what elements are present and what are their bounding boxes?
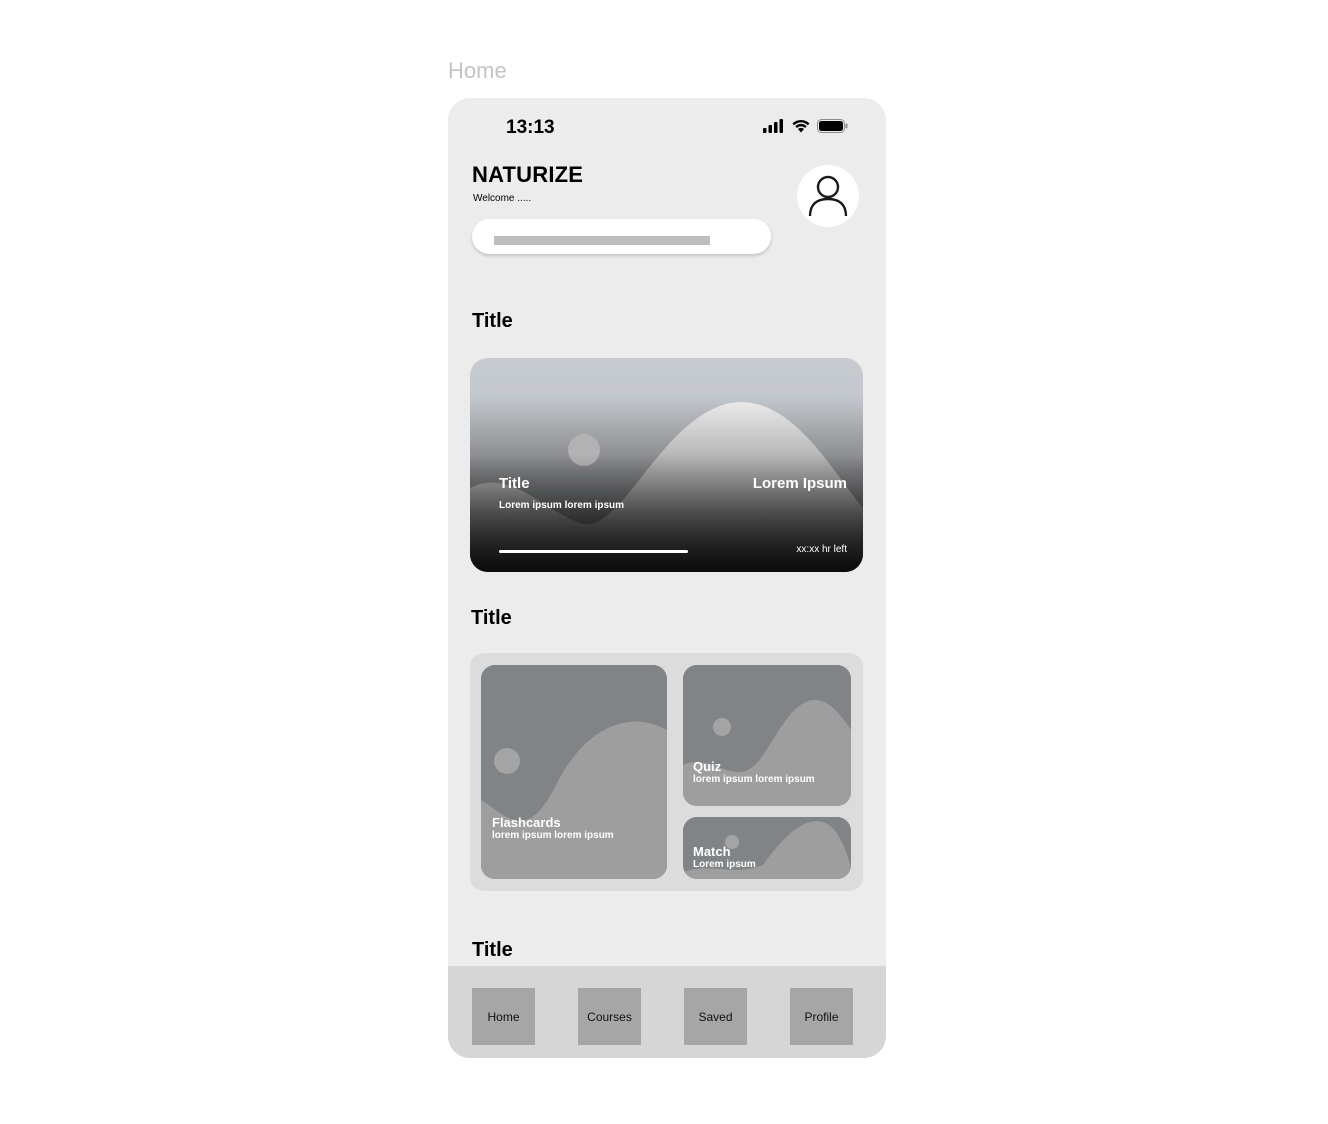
continue-course-card[interactable]: Title Lorem ipsum lorem ipsum Lorem Ipsu… bbox=[470, 358, 863, 572]
tile-match[interactable]: Match Lorem ipsum bbox=[683, 817, 851, 879]
nav-saved[interactable]: Saved bbox=[684, 988, 747, 1045]
status-icons bbox=[763, 118, 848, 133]
app-brand: NATURIZE bbox=[472, 162, 584, 187]
section-title-1: Title bbox=[472, 310, 513, 332]
activities-grid: Flashcards lorem ipsum lorem ipsum Quiz … bbox=[470, 653, 863, 891]
profile-avatar[interactable] bbox=[797, 165, 859, 227]
nav-courses[interactable]: Courses bbox=[578, 988, 641, 1045]
tile-quiz[interactable]: Quiz lorem ipsum lorem ipsum bbox=[683, 665, 851, 806]
tile-subtitle: Lorem ipsum bbox=[693, 859, 756, 870]
tile-title: Quiz bbox=[693, 759, 722, 774]
frame-label: Home bbox=[448, 58, 507, 83]
search-input[interactable] bbox=[472, 219, 771, 254]
course-progress-fill bbox=[499, 550, 688, 553]
bottom-nav: Home Courses Saved Profile bbox=[448, 966, 886, 1058]
tile-subtitle: lorem ipsum lorem ipsum bbox=[693, 774, 815, 785]
battery-icon bbox=[817, 118, 848, 133]
section-title-2: Title bbox=[471, 607, 512, 629]
section-title-3: Title bbox=[472, 939, 513, 961]
user-icon bbox=[808, 175, 848, 217]
tile-title: Flashcards bbox=[492, 815, 561, 830]
wifi-icon bbox=[792, 119, 810, 133]
time-left: xx:xx hr left bbox=[796, 544, 847, 555]
phone-screen: 13:13 NATURIZE Welcome ..... Title Title… bbox=[448, 98, 886, 1058]
nav-profile[interactable]: Profile bbox=[790, 988, 853, 1045]
status-time: 13:13 bbox=[506, 117, 555, 138]
welcome-text: Welcome ..... bbox=[473, 193, 532, 204]
nav-home[interactable]: Home bbox=[472, 988, 535, 1045]
hero-label: Lorem Ipsum bbox=[752, 475, 847, 492]
hero-image bbox=[470, 358, 863, 572]
hero-subtitle: Lorem ipsum lorem ipsum bbox=[499, 500, 625, 511]
tile-flashcards[interactable]: Flashcards lorem ipsum lorem ipsum bbox=[481, 665, 667, 879]
tile-image bbox=[481, 665, 667, 879]
tile-title: Match bbox=[693, 844, 731, 859]
course-progress-bar bbox=[499, 550, 688, 553]
hero-title: Title bbox=[499, 475, 530, 492]
signal-icon bbox=[763, 118, 783, 133]
tile-subtitle: lorem ipsum lorem ipsum bbox=[492, 830, 614, 841]
search-placeholder-bar bbox=[494, 236, 710, 245]
